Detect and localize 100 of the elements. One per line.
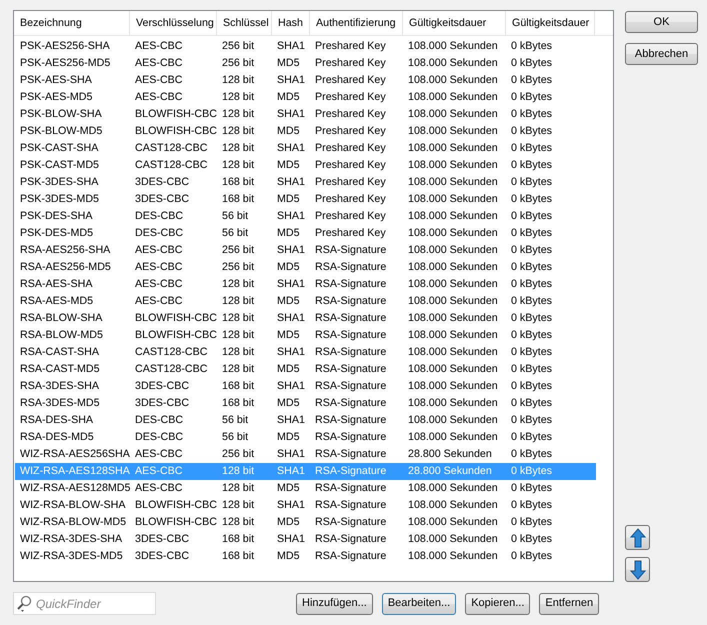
table-cell: DES-CBC <box>135 414 184 426</box>
table-row[interactable]: RSA-AES-SHA AES-CBC 128 bit SHA1 RSA-Signature 108.000 Sekunden 0 kBytes <box>15 276 596 293</box>
quickfinder-field[interactable]: QuickFinder <box>13 592 156 615</box>
table-cell: AES-CBC <box>135 261 183 273</box>
table-cell: Preshared Key <box>315 108 386 120</box>
table-cell: WIZ-RSA-BLOW-MD5 <box>20 516 126 528</box>
table-cell: 0 kBytes <box>511 329 552 341</box>
table-cell: 128 bit <box>222 329 254 341</box>
dialog-button[interactable]: Abbrechen <box>625 43 698 65</box>
table-cell: AES-CBC <box>135 295 183 307</box>
table-cell: 108.000 Sekunden <box>408 40 498 52</box>
move-down-button[interactable] <box>625 557 650 582</box>
table-row[interactable]: RSA-CAST-MD5 CAST128-CBC 128 bit MD5 RSA-Signature 108.000 Sekunden 0 kBytes <box>15 361 596 378</box>
table-row[interactable]: WIZ-RSA-3DES-MD5 3DES-CBC 168 bit MD5 RSA-Signature 108.000 Sekunden 0 kBytes <box>15 548 596 565</box>
table-cell: 0 kBytes <box>511 346 552 358</box>
table-cell: 0 kBytes <box>511 278 552 290</box>
table-cell: SHA1 <box>277 533 305 545</box>
table-cell: RSA-Signature <box>315 533 386 545</box>
table-cell: 108.000 Sekunden <box>408 108 498 120</box>
table-row[interactable]: WIZ-RSA-BLOW-SHA BLOWFISH-CBC 128 bit SHA1 RSA-Signature 108.000 Sekunden 0 kBytes <box>15 497 596 514</box>
table-row[interactable]: PSK-AES-MD5 AES-CBC 128 bit MD5 Preshared Key 108.000 Sekunden 0 kBytes <box>15 89 596 106</box>
table-cell: 128 bit <box>222 91 254 103</box>
table-cell: 56 bit <box>222 210 248 222</box>
table-cell: 168 bit <box>222 176 254 188</box>
action-button[interactable]: Kopieren... <box>465 592 530 614</box>
table-cell: Preshared Key <box>315 227 386 239</box>
table-cell: 256 bit <box>222 40 254 52</box>
table-cell: SHA1 <box>277 176 305 188</box>
table-row[interactable]: RSA-AES256-MD5 AES-CBC 256 bit MD5 RSA-Signature 108.000 Sekunden 0 kBytes <box>15 259 596 276</box>
table-cell: WIZ-RSA-BLOW-SHA <box>20 499 126 511</box>
column-header[interactable]: Authentifizierung <box>310 11 403 35</box>
table-cell: 128 bit <box>222 363 254 375</box>
table-cell: BLOWFISH-CBC <box>135 125 217 137</box>
table-cell: SHA1 <box>277 278 305 290</box>
table-cell: 108.000 Sekunden <box>408 159 498 171</box>
table-row[interactable]: PSK-BLOW-SHA BLOWFISH-CBC 128 bit SHA1 Preshared Key 108.000 Sekunden 0 kBytes <box>15 106 596 123</box>
table-row[interactable]: WIZ-RSA-AES128MD5 AES-CBC 128 bit MD5 RSA-Signature 108.000 Sekunden 0 kBytes <box>15 480 596 497</box>
table-cell: RSA-Signature <box>315 465 386 477</box>
move-up-button[interactable] <box>625 525 650 550</box>
table-cell: 0 kBytes <box>511 448 552 460</box>
table-row[interactable]: WIZ-RSA-BLOW-MD5 BLOWFISH-CBC 128 bit MD5 RSA-Signature 108.000 Sekunden 0 kBytes <box>15 514 596 531</box>
table-row[interactable]: PSK-AES256-SHA AES-CBC 256 bit SHA1 Preshared Key 108.000 Sekunden 0 kBytes <box>15 38 596 55</box>
table-cell: PSK-AES256-MD5 <box>20 57 110 69</box>
column-header[interactable]: Bezeichnung <box>14 11 130 35</box>
table-row[interactable]: PSK-DES-SHA DES-CBC 56 bit SHA1 Preshared Key 108.000 Sekunden 0 kBytes <box>15 208 596 225</box>
column-header[interactable]: Gültigkeitsdauer <box>506 11 595 35</box>
table-cell: 0 kBytes <box>511 499 552 511</box>
table-cell: WIZ-RSA-AES256SHA <box>20 448 130 460</box>
table-cell: 108.000 Sekunden <box>408 74 498 86</box>
table-cell: PSK-BLOW-SHA <box>20 108 102 120</box>
table-row[interactable]: RSA-3DES-SHA 3DES-CBC 168 bit SHA1 RSA-Signature 108.000 Sekunden 0 kBytes <box>15 378 596 395</box>
table-cell: AES-CBC <box>135 465 183 477</box>
table-row[interactable]: PSK-3DES-MD5 3DES-CBC 168 bit MD5 Preshared Key 108.000 Sekunden 0 kBytes <box>15 191 596 208</box>
table-row[interactable]: PSK-CAST-MD5 CAST128-CBC 128 bit MD5 Preshared Key 108.000 Sekunden 0 kBytes <box>15 157 596 174</box>
table-row[interactable]: PSK-CAST-SHA CAST128-CBC 128 bit SHA1 Preshared Key 108.000 Sekunden 0 kBytes <box>15 140 596 157</box>
table-row[interactable]: RSA-CAST-SHA CAST128-CBC 128 bit SHA1 RSA-Signature 108.000 Sekunden 0 kBytes <box>15 344 596 361</box>
table-cell: RSA-Signature <box>315 499 386 511</box>
table-cell: 108.000 Sekunden <box>408 346 498 358</box>
table-cell: Preshared Key <box>315 91 386 103</box>
table-row[interactable]: RSA-AES-MD5 AES-CBC 128 bit MD5 RSA-Signature 108.000 Sekunden 0 kBytes <box>15 293 596 310</box>
table-cell: MD5 <box>277 261 300 273</box>
table-row[interactable]: RSA-DES-MD5 DES-CBC 56 bit MD5 RSA-Signature 108.000 Sekunden 0 kBytes <box>15 429 596 446</box>
table-row[interactable]: RSA-BLOW-MD5 BLOWFISH-CBC 128 bit MD5 RSA-Signature 108.000 Sekunden 0 kBytes <box>15 327 596 344</box>
table-row[interactable]: PSK-DES-MD5 DES-CBC 56 bit MD5 Preshared Key 108.000 Sekunden 0 kBytes <box>15 225 596 242</box>
table-cell: 0 kBytes <box>511 380 552 392</box>
table-row[interactable]: RSA-BLOW-SHA BLOWFISH-CBC 128 bit SHA1 RSA-Signature 108.000 Sekunden 0 kBytes <box>15 310 596 327</box>
table-row[interactable]: PSK-BLOW-MD5 BLOWFISH-CBC 128 bit MD5 Preshared Key 108.000 Sekunden 0 kBytes <box>15 123 596 140</box>
column-header[interactable]: Hash <box>272 11 310 35</box>
table-cell: PSK-AES256-SHA <box>20 40 110 52</box>
column-header[interactable]: Schlüssel <box>217 11 272 35</box>
table-cell: 108.000 Sekunden <box>408 295 498 307</box>
table-row[interactable]: RSA-DES-SHA DES-CBC 56 bit SHA1 RSA-Signature 108.000 Sekunden 0 kBytes <box>15 412 596 429</box>
table-row[interactable]: WIZ-RSA-AES256SHA AES-CBC 256 bit SHA1 RSA-Signature 28.800 Sekunden 0 kBytes <box>15 446 596 463</box>
action-button[interactable]: Hinzufügen... <box>296 592 373 614</box>
column-header[interactable]: Gültigkeitsdauer <box>403 11 506 35</box>
table-cell: BLOWFISH-CBC <box>135 516 217 528</box>
table-row[interactable]: WIZ-RSA-3DES-SHA 3DES-CBC 168 bit SHA1 RSA-Signature 108.000 Sekunden 0 kBytes <box>15 531 596 548</box>
table-cell: 108.000 Sekunden <box>408 193 498 205</box>
table-row[interactable]: PSK-AES256-MD5 AES-CBC 256 bit MD5 Preshared Key 108.000 Sekunden 0 kBytes <box>15 55 596 72</box>
table-row[interactable]: PSK-3DES-SHA 3DES-CBC 168 bit SHA1 Preshared Key 108.000 Sekunden 0 kBytes <box>15 174 596 191</box>
table-cell: AES-CBC <box>135 91 183 103</box>
table-cell: DES-CBC <box>135 210 184 222</box>
dialog-button[interactable]: OK <box>625 11 698 33</box>
table-cell: RSA-AES-SHA <box>20 278 92 290</box>
table-cell: PSK-3DES-SHA <box>20 176 98 188</box>
table-cell: MD5 <box>277 516 300 528</box>
table-row[interactable]: PSK-AES-SHA AES-CBC 128 bit SHA1 Preshared Key 108.000 Sekunden 0 kBytes <box>15 72 596 89</box>
table-cell: 108.000 Sekunden <box>408 142 498 154</box>
action-button[interactable]: Entfernen <box>539 592 600 614</box>
table-cell: 0 kBytes <box>511 108 552 120</box>
table-cell: RSA-Signature <box>315 363 386 375</box>
table-cell: 0 kBytes <box>511 465 552 477</box>
table-cell: RSA-Signature <box>315 380 386 392</box>
column-header[interactable]: Verschlüsselung <box>130 11 217 35</box>
action-button[interactable]: Bearbeiten... <box>382 592 456 614</box>
table-row[interactable]: RSA-3DES-MD5 3DES-CBC 168 bit MD5 RSA-Signature 108.000 Sekunden 0 kBytes <box>15 395 596 412</box>
table-cell: SHA1 <box>277 448 305 460</box>
table-row[interactable]: RSA-AES256-SHA AES-CBC 256 bit SHA1 RSA-Signature 108.000 Sekunden 0 kBytes <box>15 242 596 259</box>
table-cell: WIZ-RSA-3DES-MD5 <box>20 550 123 562</box>
table-cell: BLOWFISH-CBC <box>135 312 217 324</box>
